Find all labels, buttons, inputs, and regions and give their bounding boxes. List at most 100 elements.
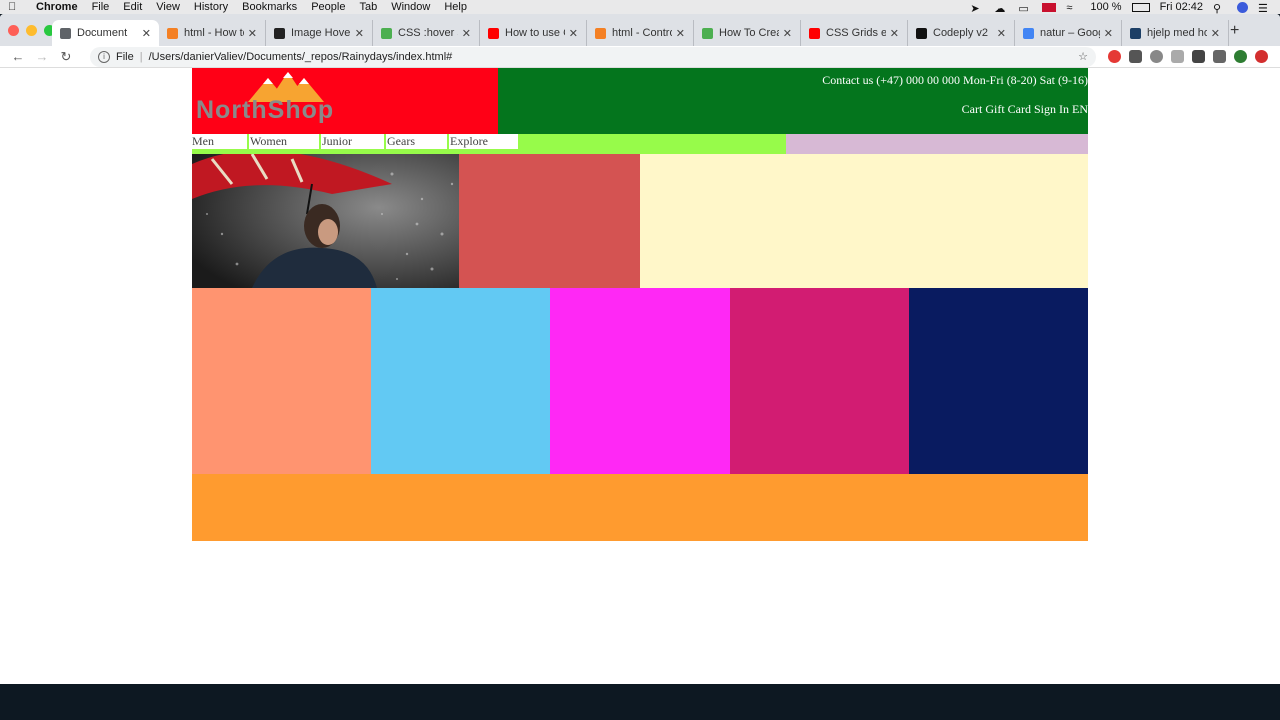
umbrella-woman-image	[192, 154, 459, 288]
tile-3[interactable]	[550, 288, 730, 474]
adblock-icon[interactable]	[1108, 50, 1121, 63]
tab-close-icon[interactable]: ✕	[783, 27, 792, 40]
tiles-row	[192, 288, 1088, 474]
menu-help[interactable]: Help	[444, 1, 467, 13]
tab-title: hjelp med hover	[1147, 27, 1207, 39]
desktop-background	[0, 684, 1280, 720]
bookmark-star-icon[interactable]: ☆	[1078, 50, 1088, 63]
tab-close-icon[interactable]: ✕	[569, 27, 578, 40]
menu-people[interactable]: People	[311, 1, 345, 13]
tab-favicon-icon	[60, 27, 71, 39]
spotlight-icon[interactable]: ⚲	[1213, 2, 1227, 15]
tab-title: html - Controllin	[612, 27, 672, 39]
sign-in-link[interactable]: Sign In	[1034, 102, 1069, 116]
hero-image[interactable]	[192, 154, 459, 288]
tab-close-icon[interactable]: ✕	[997, 27, 1006, 40]
address-bar[interactable]: i File | /Users/danierValiev/Documents/_…	[90, 46, 1096, 67]
tab-favicon-icon	[702, 27, 713, 39]
tab-9[interactable]: Codeply v2 ✕	[908, 20, 1015, 46]
facebook-icon[interactable]	[1129, 50, 1142, 63]
notification-center-icon[interactable]: ☰	[1258, 2, 1272, 15]
forward-icon[interactable]: →	[32, 49, 52, 64]
url-text[interactable]: /Users/danierValiev/Documents/_repos/Rai…	[149, 51, 453, 63]
tab-close-icon[interactable]: ✕	[1104, 27, 1113, 40]
main-nav: Men Women Junior Gears Explore	[192, 134, 786, 154]
nav-women[interactable]: Women	[247, 134, 319, 149]
tab-5[interactable]: How to use CSS ✕	[480, 20, 587, 46]
tab-favicon-icon	[381, 27, 392, 39]
close-window-button[interactable]	[8, 25, 19, 36]
page-viewport: NorthShop Contact us (+47) 000 00 000 Mo…	[0, 68, 1280, 684]
apple-icon[interactable]: 	[8, 1, 22, 13]
tab-11[interactable]: hjelp med hover ✕	[1122, 20, 1229, 46]
tab-close-icon[interactable]: ✕	[1211, 27, 1220, 40]
url-scheme: File	[116, 50, 134, 63]
tab-favicon-icon	[274, 27, 285, 39]
profile-avatar[interactable]	[1234, 50, 1247, 63]
tab-8[interactable]: CSS Grids exam ✕	[801, 20, 908, 46]
tile-5[interactable]	[908, 288, 1088, 474]
new-tab-button[interactable]: +	[1230, 22, 1239, 40]
menu-tab[interactable]: Tab	[359, 1, 377, 13]
tab-favicon-icon	[916, 27, 927, 39]
contact-info: Contact us (+47) 000 00 000 Mon-Fri (8-2…	[822, 73, 1088, 87]
tab-strip: Document✕html - How to ad✕Image Hover Ef…	[0, 14, 1280, 46]
tile-2[interactable]	[371, 288, 551, 474]
nav-junior[interactable]: Junior	[319, 134, 384, 149]
creative-cloud-icon[interactable]: ☁	[994, 2, 1008, 15]
tab-7[interactable]: How To Create R ✕	[694, 20, 801, 46]
contact-area: Contact us (+47) 000 00 000 Mon-Fri (8-2…	[498, 68, 1088, 134]
nav-men[interactable]: Men	[192, 134, 247, 149]
reload-icon[interactable]: ↻	[56, 49, 76, 65]
gift-card-link[interactable]: Gift Card	[985, 102, 1031, 116]
menu-view[interactable]: View	[156, 1, 180, 13]
tab-close-icon[interactable]: ✕	[355, 27, 364, 40]
nav-gears[interactable]: Gears	[384, 134, 447, 149]
language-link[interactable]: EN	[1072, 102, 1088, 116]
footer-bar	[192, 474, 1088, 541]
tab-close-icon[interactable]: ✕	[142, 27, 151, 40]
puzzle-icon[interactable]	[1192, 50, 1205, 63]
reading-list-icon[interactable]	[1213, 50, 1226, 63]
menu-history[interactable]: History	[194, 1, 228, 13]
menu-app-name[interactable]: Chrome	[36, 1, 78, 13]
tab-close-icon[interactable]: ✕	[462, 27, 471, 40]
site-header: NorthShop Contact us (+47) 000 00 000 Mo…	[192, 68, 1088, 134]
menu-window[interactable]: Window	[391, 1, 430, 13]
tab-6[interactable]: html - Controllin ✕	[587, 20, 694, 46]
tab-1[interactable]: Document ✕	[52, 20, 159, 46]
flag-icon[interactable]	[1042, 2, 1057, 12]
tab-3[interactable]: Image Hover Effe ✕	[266, 20, 373, 46]
airplay-icon[interactable]: ▭	[1018, 2, 1032, 15]
tab-close-icon[interactable]: ✕	[248, 27, 257, 40]
menu-edit[interactable]: Edit	[123, 1, 142, 13]
tab-title: html - How to ad	[184, 27, 244, 39]
tile-4[interactable]	[729, 288, 909, 474]
back-icon[interactable]: ←	[8, 49, 28, 64]
menu-bookmarks[interactable]: Bookmarks	[242, 1, 297, 13]
tile-1[interactable]	[192, 288, 372, 474]
minimize-window-button[interactable]	[26, 25, 37, 36]
extensions-area	[1108, 50, 1268, 63]
cart-link[interactable]: Cart	[962, 102, 983, 116]
tab-10[interactable]: natur – Google S ✕	[1015, 20, 1122, 46]
siri-icon[interactable]	[1237, 1, 1248, 13]
tab-close-icon[interactable]: ✕	[676, 27, 685, 40]
url-separator: |	[139, 50, 143, 63]
extension-bug-icon[interactable]	[1150, 50, 1163, 63]
clock[interactable]: Fri 02:42	[1160, 1, 1203, 13]
extension-k-icon[interactable]	[1171, 50, 1184, 63]
update-icon[interactable]	[1255, 50, 1268, 63]
battery-icon[interactable]	[1131, 2, 1150, 12]
wifi-icon[interactable]: ≈	[1066, 2, 1080, 14]
nav-explore[interactable]: Explore	[447, 134, 518, 149]
menu-file[interactable]: File	[92, 1, 110, 13]
logo-area[interactable]: NorthShop	[192, 68, 498, 134]
location-icon[interactable]: ➤	[970, 2, 984, 15]
tab-title: natur – Google S	[1040, 27, 1100, 39]
tab-2[interactable]: html - How to ad ✕	[159, 20, 266, 46]
info-icon[interactable]: i	[98, 50, 110, 63]
tab-close-icon[interactable]: ✕	[890, 27, 899, 40]
tab-4[interactable]: CSS :hover Selec ✕	[373, 20, 480, 46]
tab-title: CSS Grids exam	[826, 27, 886, 39]
